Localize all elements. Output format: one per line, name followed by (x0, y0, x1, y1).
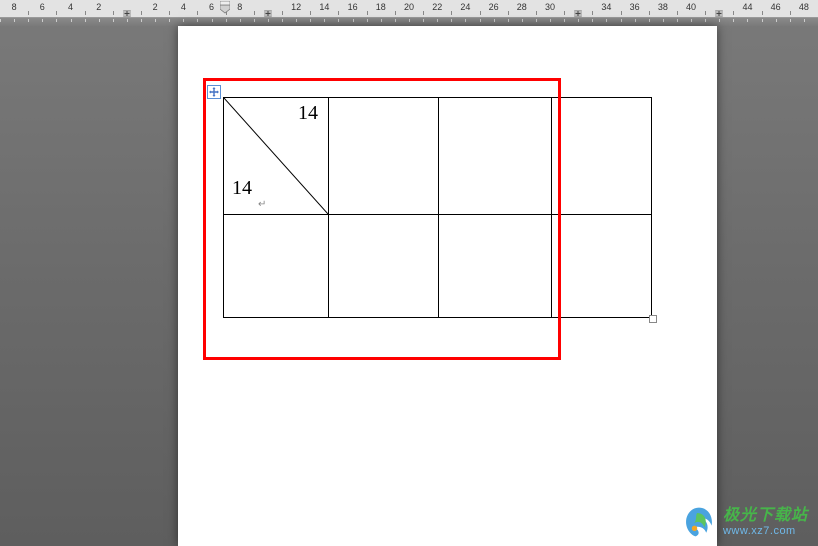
ruler-tick-label: 18 (376, 2, 386, 12)
ruler-tick-label: 48 (799, 2, 809, 12)
ruler-tick-label: 2 (153, 2, 158, 12)
ruler-tick-label: 6 (40, 2, 45, 12)
table-move-handle-icon[interactable] (207, 85, 221, 99)
horizontal-ruler[interactable]: 8642246812141618202224262830343638404446… (0, 0, 818, 18)
ruler-tick-label: 36 (630, 2, 640, 12)
document-table[interactable]: 14 14 ↵ (223, 97, 652, 318)
ruler-tick-label: 34 (601, 2, 611, 12)
ruler-tick-label: 24 (460, 2, 470, 12)
table-row (224, 215, 652, 318)
ruler-tick-label: 46 (771, 2, 781, 12)
ruler-tick-label: 30 (545, 2, 555, 12)
watermark-logo-icon (681, 504, 717, 540)
table-cell[interactable] (329, 98, 439, 215)
table-cell[interactable] (439, 98, 552, 215)
ruler-tick-label: 4 (68, 2, 73, 12)
table-cell[interactable] (329, 215, 439, 318)
document-page[interactable]: 14 14 ↵ (178, 26, 717, 546)
ruler-tick-label: 16 (348, 2, 358, 12)
table-cell[interactable] (439, 215, 552, 318)
table-cell[interactable] (552, 98, 652, 215)
ruler-tick-label: 44 (742, 2, 752, 12)
ruler-tick-label: 14 (319, 2, 329, 12)
ruler-tick-label: 20 (404, 2, 414, 12)
ruler-tick-label: 12 (291, 2, 301, 12)
watermark: 极光下载站 www.xz7.com (681, 504, 808, 540)
table-cell-header-diagonal[interactable]: 14 14 ↵ (224, 98, 329, 215)
ruler-tick-label: 8 (237, 2, 242, 12)
table-cell[interactable] (552, 215, 652, 318)
indent-marker-icon[interactable] (220, 1, 230, 17)
ruler-tick-label: 26 (489, 2, 499, 12)
ruler-tick-label: 4 (181, 2, 186, 12)
watermark-url: www.xz7.com (723, 525, 808, 537)
ruler-tick-label: 6 (209, 2, 214, 12)
table-cell[interactable] (224, 215, 329, 318)
cell-bottom-value: 14 (232, 177, 252, 200)
tab-stop-icon[interactable] (575, 10, 582, 17)
table-container: 14 14 ↵ (223, 97, 652, 318)
paragraph-mark-icon: ↵ (258, 199, 266, 210)
tab-stop-icon[interactable] (123, 10, 130, 17)
tab-stop-icon[interactable] (716, 10, 723, 17)
tab-stop-icon[interactable] (264, 10, 271, 17)
table-row: 14 14 ↵ (224, 98, 652, 215)
cell-top-value: 14 (298, 102, 318, 125)
watermark-title: 极光下载站 (723, 507, 808, 525)
ruler-shadow (0, 18, 818, 26)
ruler-tick-label: 40 (686, 2, 696, 12)
ruler-tick-label: 2 (96, 2, 101, 12)
ruler-tick-label: 8 (12, 2, 17, 12)
ruler-tick-label: 22 (432, 2, 442, 12)
ruler-tick-label: 38 (658, 2, 668, 12)
ruler-tick-label: 28 (517, 2, 527, 12)
table-resize-handle-icon[interactable] (649, 315, 657, 323)
